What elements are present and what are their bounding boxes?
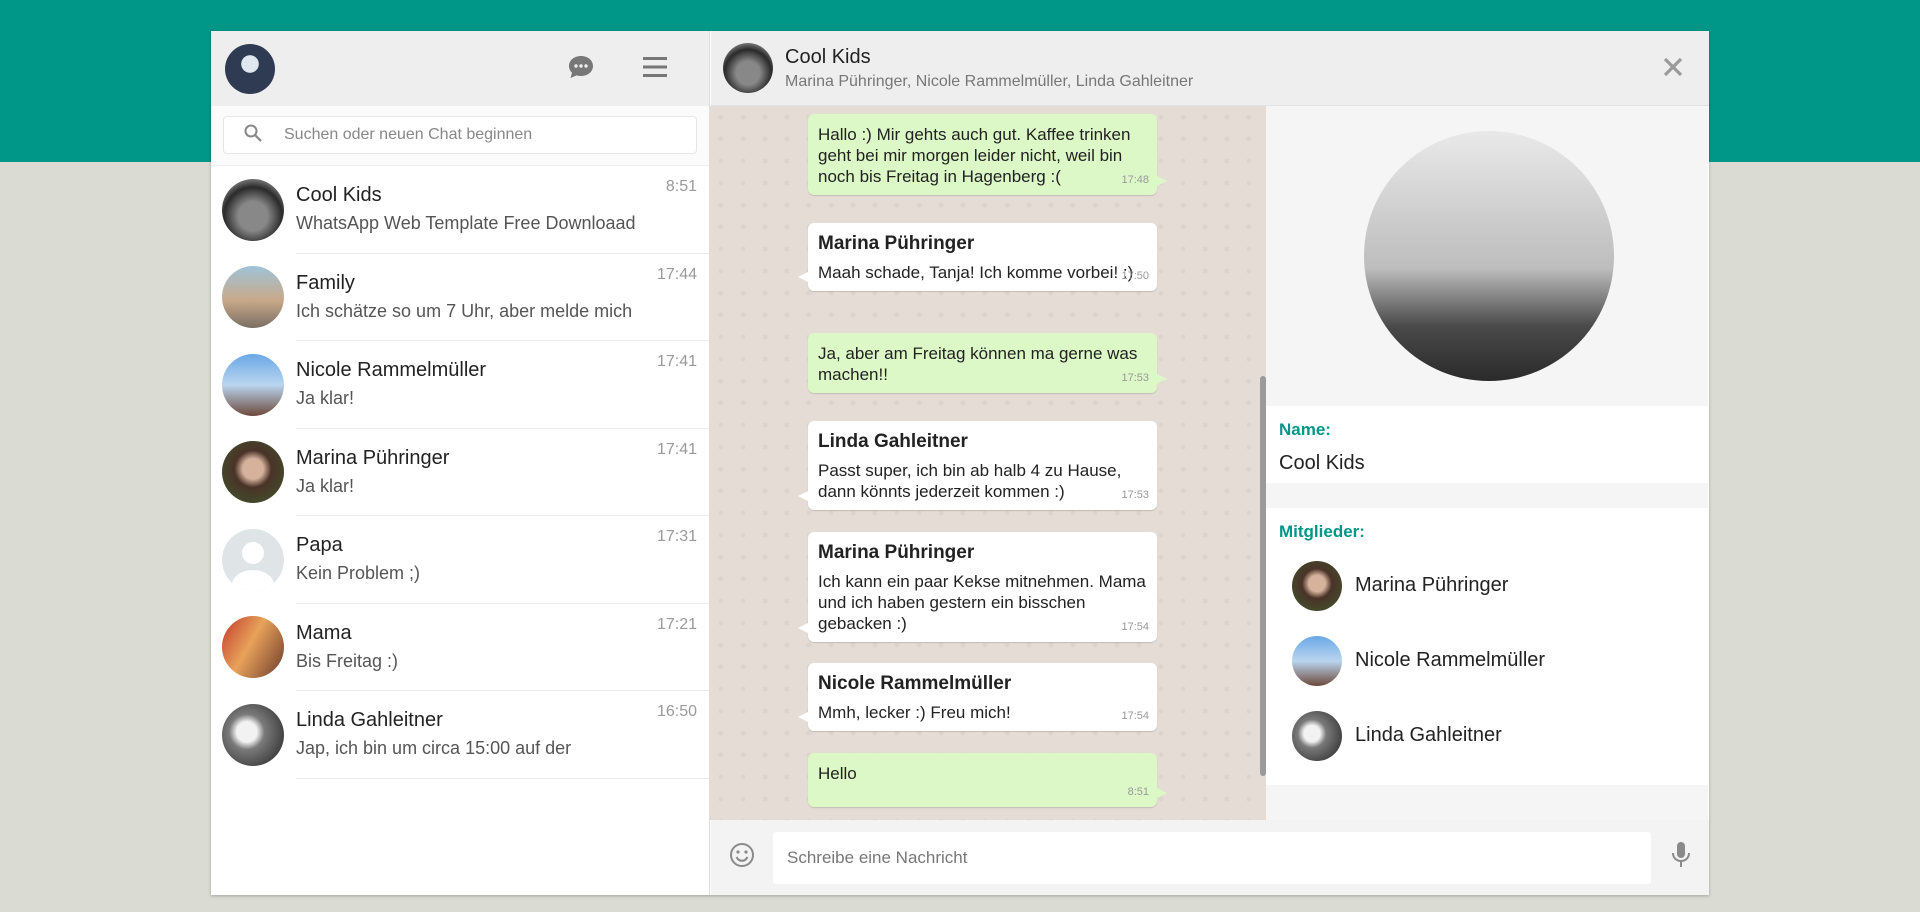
message-text: Hello [818,764,857,783]
chat-name: Papa [296,534,343,556]
name-label: Name: [1279,420,1331,439]
search-bar [211,106,709,166]
chat-preview: Jap, ich bin um circa 15:00 auf der [296,738,572,758]
member-item[interactable]: Nicole Rammelmüller [1279,623,1695,698]
chat-time: 8:51 [665,178,697,195]
message-time: 17:50 [1121,270,1149,282]
chat-item-mama[interactable]: Mama Bis Freitag :) 17:21 [211,604,709,691]
chat-item-linda-gahleitner[interactable]: Linda Gahleitner Jap, ich bin um circa 1… [211,691,709,779]
chat-name: Family [296,271,355,294]
chat-preview: Kein Problem ;) [296,563,421,583]
close-icon[interactable] [1661,55,1687,81]
group-photo [1364,131,1614,381]
members-label: Mitglieder: [1279,522,1365,541]
message-time: 17:54 [1121,710,1149,722]
chat-preview: Ich schätze so um 7 Uhr, aber melde mich [296,300,633,321]
chat-avatar [222,178,284,241]
member-avatar [1292,635,1342,686]
message-bubble-outgoing[interactable]: Ja, aber am Freitag können ma gerne was … [808,333,1167,393]
message-sender: Marina Pühringer [818,542,975,563]
menu-icon[interactable] [641,53,669,81]
member-avatar [1292,710,1342,761]
member-name: Marina Pühringer [1355,574,1509,596]
member-item[interactable]: Linda Gahleitner [1279,698,1695,773]
chat-avatar [222,266,284,329]
member-name: Nicole Rammelmüller [1355,649,1546,671]
group-name-value: Cool Kids [1279,452,1365,474]
group-info-pane: Name: Cool Kids Mitglieder: Marina Pühri… [1266,106,1708,820]
conversation-pane: Hallo :) Mir gehts auch gut. Kaffee trin… [710,31,1266,895]
message-time: 8:51 [1127,786,1149,798]
message-area[interactable]: Hallo :) Mir gehts auch gut. Kaffee trin… [710,106,1266,820]
member-avatar [1292,560,1342,611]
message-bubble-outgoing[interactable]: Hello 8:51 [808,753,1167,807]
chat-item-papa[interactable]: Papa Kein Problem ;) 17:31 [211,516,709,604]
message-bubble-incoming[interactable]: Linda Gahleitner Passt super, ich bin ab… [798,421,1157,510]
chat-time: 16:50 [656,703,697,720]
sidebar: Cool Kids WhatsApp Web Template Free Dow… [211,31,710,895]
chat-preview: Ja klar! [296,475,355,496]
chat-name: Nicole Rammelmüller [296,359,487,381]
message-bubble-incoming[interactable]: Marina Pühringer Ich kann ein paar Kekse… [798,532,1157,642]
sidebar-header [211,31,709,106]
message-input[interactable] [773,831,1651,884]
message-text: Maah schade, Tanja! Ich komme vorbei! :) [818,263,1134,282]
search-input[interactable] [284,126,664,144]
search-icon [244,124,262,147]
message-text: Hallo :) Mir gehts auch gut. Kaffee trin… [818,125,1131,186]
message-time: 17:53 [1121,489,1149,501]
chat-item-family[interactable]: Family Ich schätze so um 7 Uhr, aber mel… [211,254,709,341]
my-avatar[interactable] [225,43,275,94]
message-sender: Linda Gahleitner [818,431,968,452]
message-text: Mmh, lecker :) Freu mich! [818,703,1011,722]
chat-time: 17:21 [656,615,697,633]
search-box [223,116,697,154]
microphone-icon[interactable] [1671,841,1691,874]
chat-name: Linda Gahleitner [296,709,443,731]
chat-item-cool-kids[interactable]: Cool Kids WhatsApp Web Template Free Dow… [211,166,709,254]
member-name: Linda Gahleitner [1355,724,1502,746]
message-sender: Nicole Rammelmüller [818,673,1012,694]
group-name-section: Name: Cool Kids [1266,406,1708,483]
chat-item-marina-puehringer[interactable]: Marina Pühringer Ja klar! 17:41 [211,429,709,516]
message-bubble-incoming[interactable]: Marina Pühringer Maah schade, Tanja! Ich… [798,223,1157,291]
emoji-icon[interactable] [729,842,755,873]
chat-time: 17:41 [656,353,697,370]
group-members-section: Mitglieder: Marina Pühringer Nicole Ramm… [1266,508,1708,785]
message-bubble-outgoing[interactable]: Hallo :) Mir gehts auch gut. Kaffee trin… [808,114,1167,195]
chat-name: Cool Kids [296,184,382,206]
chat-list: Cool Kids WhatsApp Web Template Free Dow… [211,166,709,895]
chat-avatar [222,353,284,416]
chat-preview: WhatsApp Web Template Free Downloaad [296,213,636,233]
message-time: 17:53 [1121,372,1149,384]
default-avatar-icon [222,528,284,591]
conversation-members: Marina Pühringer, Nicole Rammelmüller, L… [785,72,1194,90]
message-text: Ja, aber am Freitag können ma gerne was … [818,344,1138,384]
chat-time: 17:44 [656,265,697,283]
member-item[interactable]: Marina Pühringer [1279,548,1695,623]
message-composer [711,820,1709,895]
conversation-title: Cool Kids [785,45,871,68]
chat-preview: Ja klar! [296,388,355,408]
chat-name: Mama [296,621,352,644]
message-text: Ich kann ein paar Kekse mitnehmen. Mama … [818,572,1146,633]
chat-icon[interactable] [567,53,595,81]
conversation-avatar [723,43,773,93]
message-sender: Marina Pühringer [818,233,975,254]
conversation-header[interactable]: Cool Kids Marina Pühringer, Nicole Ramme… [711,31,1709,106]
chat-name: Marina Pühringer [296,446,450,469]
chat-avatar [222,441,284,504]
chat-item-nicole-rammelmueller[interactable]: Nicole Rammelmüller Ja klar! 17:41 [211,341,709,429]
chat-avatar [222,616,284,679]
chat-preview: Bis Freitag :) [296,650,399,671]
chat-avatar [222,703,284,766]
message-text: Passt super, ich bin ab halb 4 zu Hause,… [818,461,1122,501]
chat-time: 17:31 [656,528,697,545]
message-time: 17:48 [1121,174,1149,186]
chat-time: 17:41 [656,440,697,458]
message-bubble-incoming[interactable]: Nicole Rammelmüller Mmh, lecker :) Freu … [798,663,1157,731]
message-time: 17:54 [1121,621,1149,633]
whatsapp-web-window: Cool Kids WhatsApp Web Template Free Dow… [211,31,1709,895]
